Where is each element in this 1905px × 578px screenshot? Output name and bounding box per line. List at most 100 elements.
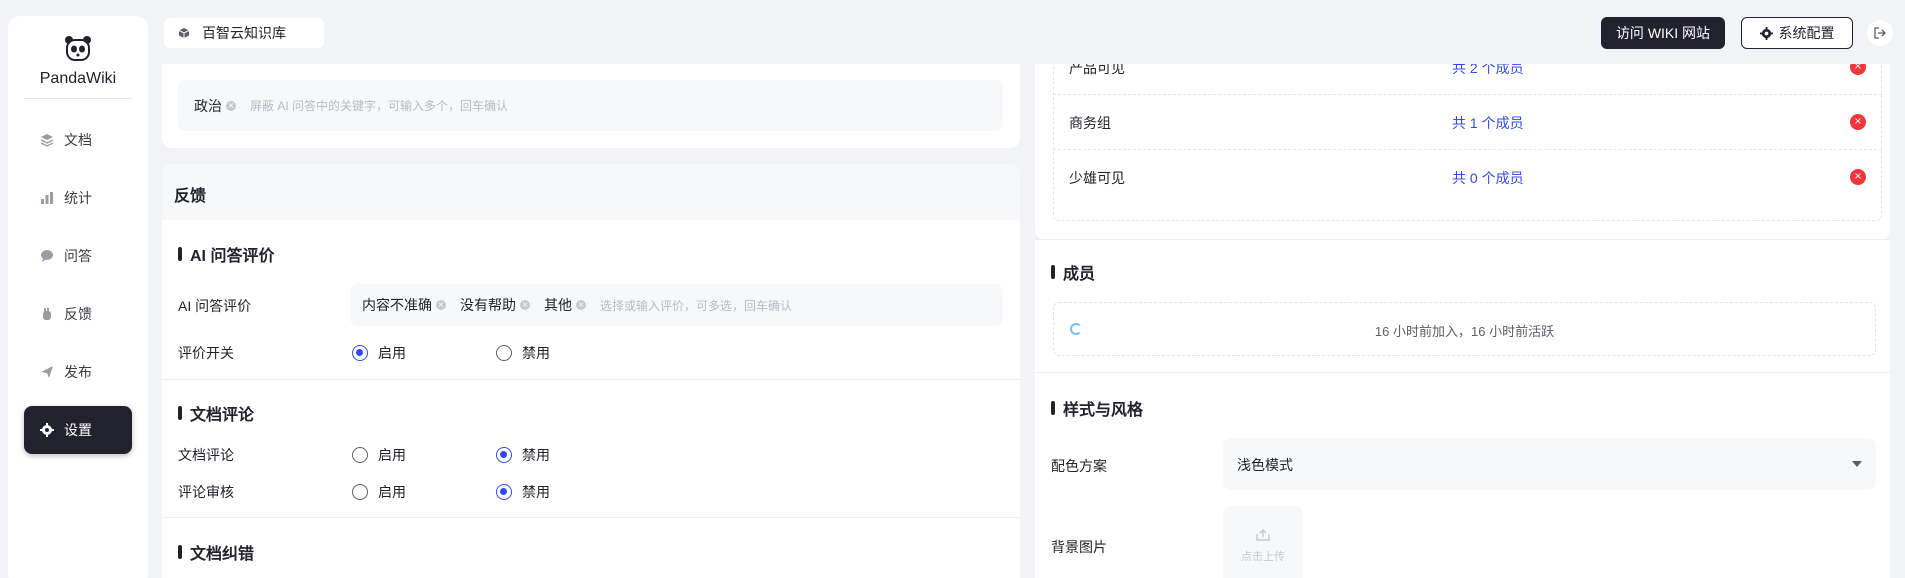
sidebar: PandaWiki 文档 统计 问答 反馈 发布 设置 (8, 16, 148, 578)
gear-icon (40, 423, 54, 437)
sidebar-item-stats[interactable]: 统计 (24, 174, 132, 222)
sidebar-item-feedback[interactable]: 反馈 (24, 290, 132, 338)
sidebar-item-settings[interactable]: 设置 (24, 406, 132, 454)
members-style-card: 成员 (1035, 239, 1890, 578)
remove-tag-icon[interactable]: × (576, 300, 586, 310)
cube-icon (178, 28, 190, 38)
bg-image-label: 背景图片 (1051, 539, 1107, 555)
divider (162, 517, 1020, 518)
member-list-item: 16 小时前加入，16 小时前活跃 (1053, 302, 1876, 356)
comment-review-disable-radio[interactable]: 禁用 (496, 482, 550, 502)
blocked-words-input[interactable]: 政治 × 屏蔽 AI 问答中的关键字，可输入多个，回车确认 (178, 80, 1003, 131)
topbar: 百智云知识库 访问 WIKI 网站 系统配置 (160, 0, 1905, 64)
section-marker (1051, 401, 1055, 415)
comment-review-label: 评论审核 (178, 484, 234, 500)
remove-tag-icon[interactable]: × (436, 300, 446, 310)
sidebar-nav: 文档 统计 问答 反馈 发布 设置 (24, 116, 132, 464)
ai-eval-placeholder: 选择或输入评价，可多选，回车确认 (600, 298, 793, 313)
sidebar-item-label: 文档 (64, 132, 92, 148)
table-row: 少雄可见 共 0 个成员 × (1053, 150, 1882, 205)
hand-icon (43, 307, 51, 320)
bar-chart-icon (41, 192, 53, 204)
style-section-title: 样式与风格 (1051, 396, 1143, 420)
feedback-header: 反馈 (162, 164, 1020, 220)
panda-logo-icon (65, 36, 91, 61)
doc-comment-section-title: 文档评论 (178, 401, 254, 425)
radio-unchecked-icon (496, 345, 512, 361)
blocked-words-placeholder: 屏蔽 AI 问答中的关键字，可输入多个，回车确认 (250, 99, 509, 113)
members-section-title: 成员 (1051, 260, 1095, 284)
comment-review-enable-radio[interactable]: 启用 (352, 482, 406, 502)
logout-icon (1874, 27, 1886, 39)
sidebar-item-qa[interactable]: 问答 (24, 232, 132, 280)
eval-switch-enable-radio[interactable]: 启用 (352, 343, 406, 363)
member-activity-status: 16 小时前加入，16 小时前活跃 (1374, 324, 1555, 339)
doc-comment-disable-radio[interactable]: 禁用 (496, 445, 550, 465)
settings-right-panel: 产品可见 共 2 个成员 × 商务组 共 1 个成员 × 少雄可见 共 0 个成… (1035, 0, 1890, 578)
section-marker (178, 247, 182, 261)
ai-eval-tag[interactable]: 内容不准确 × (362, 295, 446, 315)
divider (162, 379, 1020, 380)
eval-switch-label: 评价开关 (178, 345, 234, 361)
knowledge-base-name: 百智云知识库 (202, 25, 286, 41)
feedback-title: 反馈 (174, 188, 207, 205)
color-scheme-label: 配色方案 (1051, 458, 1107, 474)
ai-eval-field-label: AI 问答评价 (178, 298, 252, 314)
blocked-word-tag[interactable]: 政治 × (194, 96, 236, 116)
gear-icon (1759, 26, 1773, 40)
doc-comment-enable-radio[interactable]: 启用 (352, 445, 406, 465)
radio-unchecked-icon (352, 484, 368, 500)
group-name: 少雄可见 (1069, 170, 1125, 186)
ai-eval-tag[interactable]: 没有帮助 × (460, 295, 530, 315)
upload-icon (1256, 529, 1270, 541)
upload-label: 点击上传 (1241, 551, 1285, 563)
group-name: 商务组 (1069, 115, 1111, 131)
sidebar-item-label: 反馈 (64, 306, 92, 322)
section-marker (1051, 265, 1055, 279)
visit-wiki-button[interactable]: 访问 WIKI 网站 (1601, 17, 1725, 49)
chat-bubble-icon (41, 250, 53, 262)
stack-icon (40, 134, 54, 147)
groups-table: 产品可见 共 2 个成员 × 商务组 共 1 个成员 × 少雄可见 共 0 个成… (1035, 34, 1890, 221)
delete-group-icon[interactable]: × (1850, 114, 1866, 130)
divider (24, 98, 132, 99)
color-scheme-value: 浅色模式 (1237, 457, 1293, 473)
knowledge-base-selector[interactable]: 百智云知识库 (164, 18, 324, 48)
doc-comment-label: 文档评论 (178, 447, 234, 463)
sidebar-item-label: 发布 (64, 364, 92, 380)
paper-plane-icon (41, 366, 53, 378)
section-marker (178, 406, 182, 420)
ai-eval-tags-input[interactable]: 内容不准确 × 没有帮助 × 其他 × 选择或输入评价，可多选，回车确认 (350, 284, 1003, 326)
brand-name: PandaWiki (39, 70, 117, 87)
group-member-count-link[interactable]: 共 0 个成员 (1452, 168, 1524, 188)
caret-down-icon (1852, 461, 1862, 467)
bg-image-upload[interactable]: 点击上传 (1223, 506, 1303, 578)
system-config-button[interactable]: 系统配置 (1741, 17, 1853, 49)
divider (1035, 372, 1890, 373)
ai-eval-section-title: AI 问答评价 (178, 242, 274, 266)
radio-unchecked-icon (352, 447, 368, 463)
logout-button[interactable] (1867, 20, 1893, 46)
sidebar-item-docs[interactable]: 文档 (24, 116, 132, 164)
radio-checked-icon (352, 345, 368, 361)
logo[interactable]: PandaWiki (8, 34, 148, 88)
radio-checked-icon (496, 447, 512, 463)
user-groups-card: 产品可见 共 2 个成员 × 商务组 共 1 个成员 × 少雄可见 共 0 个成… (1035, 34, 1890, 240)
color-scheme-select[interactable]: 浅色模式 (1223, 438, 1876, 490)
remove-tag-icon[interactable]: × (520, 300, 530, 310)
settings-left-panel: 政治 × 屏蔽 AI 问答中的关键字，可输入多个，回车确认 反馈 AI 问答评价… (162, 0, 1020, 578)
sidebar-item-label: 设置 (64, 422, 92, 438)
eval-switch-disable-radio[interactable]: 禁用 (496, 343, 550, 363)
sidebar-item-label: 问答 (64, 248, 92, 264)
sidebar-item-label: 统计 (64, 190, 92, 206)
delete-group-icon[interactable]: × (1850, 169, 1866, 185)
feedback-card: 反馈 AI 问答评价 AI 问答评价 内容不准确 × 没有帮助 × 其他 × 选择或输… (162, 164, 1020, 578)
doc-correction-section-title: 文档纠错 (178, 540, 254, 564)
sidebar-item-publish[interactable]: 发布 (24, 348, 132, 396)
group-member-count-link[interactable]: 共 1 个成员 (1452, 113, 1524, 133)
ai-eval-tag[interactable]: 其他 × (544, 295, 586, 315)
remove-tag-icon[interactable]: × (226, 100, 236, 111)
radio-checked-icon (496, 484, 512, 500)
table-row: 商务组 共 1 个成员 × (1053, 95, 1882, 150)
section-marker (178, 545, 182, 559)
